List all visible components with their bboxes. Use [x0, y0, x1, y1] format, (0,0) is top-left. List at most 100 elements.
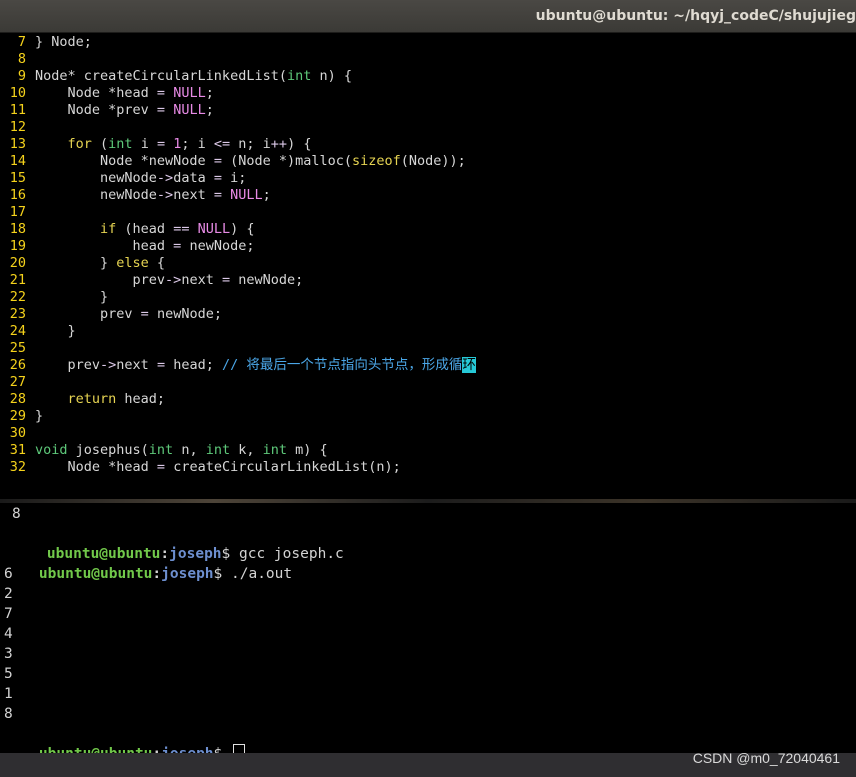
- code-line: 11 Node *prev = NULL;: [0, 102, 214, 119]
- output-line: 3: [4, 646, 13, 662]
- code-line: 7 } Node;: [0, 34, 92, 51]
- code-text: prev = newNode;: [35, 306, 222, 323]
- code-token: n,: [173, 442, 206, 458]
- watermark: CSDN @m0_72040461: [692, 750, 840, 766]
- code-line: 30: [0, 425, 26, 442]
- terminal-cursor[interactable]: [233, 744, 246, 753]
- code-token: newNode;: [148, 306, 222, 322]
- terminal-active-prompt[interactable]: ubuntu@ubuntu:joseph$: [4, 724, 246, 753]
- code-line: 25: [0, 340, 26, 357]
- line-number: 14: [9, 153, 26, 169]
- code-text: void josephus(int n, int k, int m) {: [35, 442, 328, 459]
- prompt-symbol: $: [213, 566, 232, 582]
- code-token: ;: [262, 187, 271, 203]
- terminal-command-line: ubuntu@ubuntu:joseph$ ./a.out: [4, 544, 292, 582]
- code-token: ==: [173, 221, 190, 237]
- line-number: 13: [9, 136, 26, 152]
- code-line: 19 head = newNode;: [0, 238, 255, 255]
- line-number: 26: [9, 357, 26, 373]
- output-line: 7: [4, 606, 13, 622]
- code-token: =: [140, 306, 149, 322]
- code-token: newNode;: [230, 272, 304, 288]
- prompt-colon: :: [152, 746, 161, 753]
- line-number: 29: [9, 408, 26, 424]
- code-text: Node *head = NULL;: [35, 85, 214, 102]
- code-token: (: [91, 136, 109, 152]
- code-text: }: [35, 323, 76, 340]
- code-line: 32 Node *head = createCircularLinkedList…: [0, 459, 401, 476]
- code-text: newNode->data = i;: [35, 170, 246, 187]
- code-token: (head: [116, 221, 174, 237]
- line-number: 24: [9, 323, 26, 339]
- code-token: ;: [205, 102, 214, 118]
- prompt-user: ubuntu@ubuntu: [39, 746, 153, 753]
- vim-editor-pane[interactable]: 7 } Node; 8 9 Node* createCircularLinkedList…: [0, 33, 856, 499]
- code-token: // 将最后一个节点指向头节点，形成循: [221, 357, 463, 373]
- code-text: }: [35, 408, 43, 425]
- line-number: 23: [9, 306, 26, 322]
- code-token: prev: [35, 357, 101, 373]
- code-line: 13 for (int i = 1; i <= n; i++) {: [0, 136, 312, 153]
- window-titlebar[interactable]: ubuntu@ubuntu: ~/hqyj_codeC/shujujieg: [0, 0, 856, 33]
- code-token: k,: [230, 442, 263, 458]
- line-number: 32: [9, 459, 26, 475]
- code-token: NULL: [197, 221, 231, 237]
- code-line: 24 }: [0, 323, 76, 340]
- code-token: NULL: [173, 85, 206, 101]
- code-line: 10 Node *head = NULL;: [0, 85, 214, 102]
- code-token: prev: [35, 306, 141, 322]
- line-number: 11: [9, 102, 26, 118]
- line-number: 7: [17, 34, 26, 50]
- line-number: 21: [9, 272, 26, 288]
- code-token: int: [262, 442, 287, 458]
- line-number: 30: [9, 425, 26, 441]
- line-number: 8: [17, 51, 26, 67]
- terminal-prev-output: 8: [12, 506, 21, 522]
- line-number: 9: [17, 68, 26, 84]
- code-text: prev->next = newNode;: [35, 272, 304, 289]
- code-line: 21 prev->next = newNode;: [0, 272, 304, 289]
- code-line: 23 prev = newNode;: [0, 306, 222, 323]
- code-text: } else {: [35, 255, 165, 272]
- prompt-symbol: $: [214, 746, 231, 753]
- code-line: 17: [0, 204, 26, 221]
- code-token: NULL: [173, 102, 206, 118]
- code-line: 28 return head;: [0, 391, 165, 408]
- code-token: for: [67, 136, 92, 152]
- code-text: head = newNode;: [35, 238, 255, 255]
- code-token: i;: [221, 170, 247, 186]
- editor-cursor: 环: [462, 357, 476, 373]
- code-token: head;: [165, 357, 222, 373]
- code-text: Node* createCircularLinkedList(int n) {: [35, 68, 352, 85]
- terminal-pane[interactable]: 8 ubuntu@ubuntu:joseph$ gcc joseph.c ubu…: [0, 503, 856, 753]
- code-line: 22 }: [0, 289, 108, 306]
- code-token: {: [148, 255, 166, 271]
- code-line: 27: [0, 374, 26, 391]
- line-number: 17: [9, 204, 26, 220]
- code-text: }: [35, 289, 108, 306]
- line-number: 28: [9, 391, 26, 407]
- code-token: int: [108, 136, 133, 152]
- code-line: 8: [0, 51, 26, 68]
- code-token: }: [35, 289, 109, 305]
- code-token: }: [35, 408, 44, 424]
- code-token: if: [100, 221, 117, 237]
- line-number: 31: [9, 442, 26, 458]
- code-token: }: [35, 323, 76, 339]
- code-token: int: [148, 442, 174, 458]
- code-token: Node *head: [35, 85, 157, 101]
- line-number: 12: [9, 119, 26, 135]
- output-line: 1: [4, 686, 13, 702]
- code-token: next: [173, 187, 214, 203]
- code-token: head: [35, 238, 174, 254]
- code-token: ->: [165, 272, 182, 288]
- prompt-path: joseph: [161, 746, 213, 753]
- prompt-user: ubuntu@ubuntu: [38, 566, 153, 582]
- code-token: } Node;: [35, 34, 92, 50]
- code-token: ++: [270, 136, 288, 152]
